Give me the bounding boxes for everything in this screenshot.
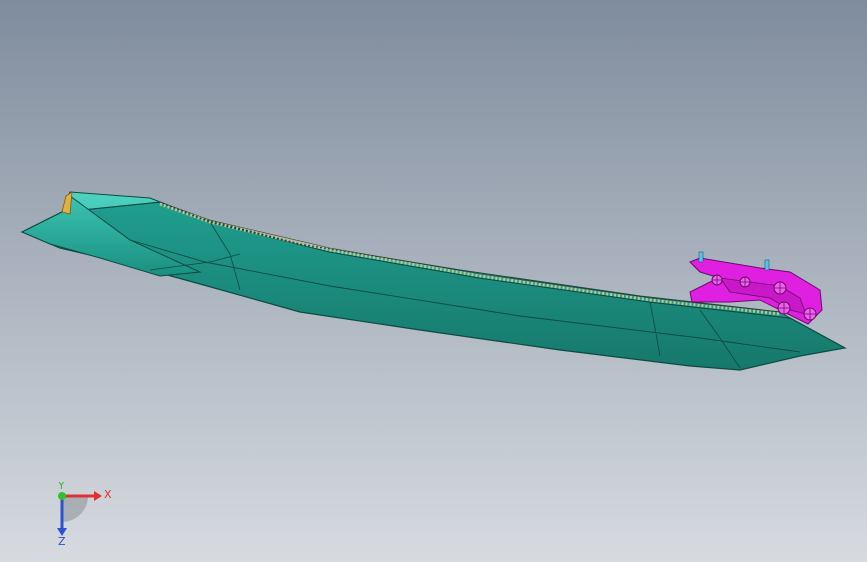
bracket-pin: [764, 259, 770, 271]
body-end-cap: [61, 191, 73, 215]
y-axis-label: Y: [57, 482, 65, 492]
bracket-pin: [698, 251, 704, 263]
orientation-triad: X Y Z: [48, 479, 118, 548]
cad-model-view[interactable]: [0, 0, 867, 562]
z-axis-label: Z: [58, 535, 66, 546]
triad-shadow: [62, 496, 88, 522]
x-axis-arrowhead: [94, 491, 102, 501]
x-axis-label: X: [104, 488, 112, 501]
cad-viewport[interactable]: X Y Z: [0, 0, 867, 562]
y-axis-dot: [58, 492, 66, 500]
